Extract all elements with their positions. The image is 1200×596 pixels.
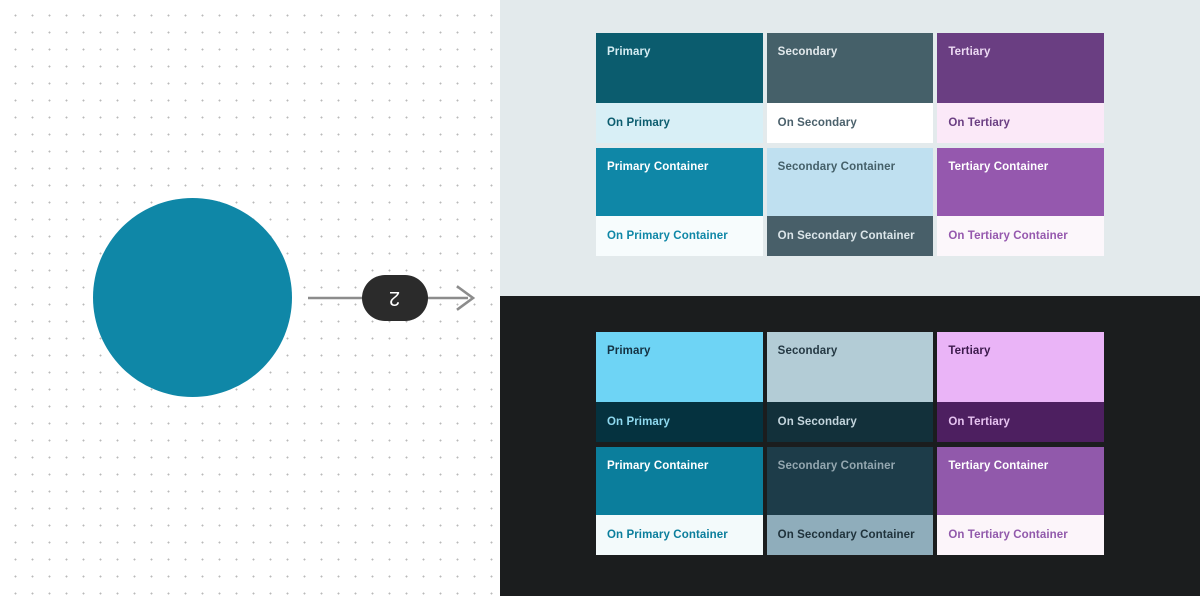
swatch-on-primary-container[interactable]: On Primary Container (596, 216, 763, 256)
light-scheme-panel: Primary On Primary Primary Container On … (500, 0, 1200, 296)
swatch-on-primary[interactable]: On Primary (596, 402, 763, 442)
step-number-label: 2 (389, 287, 401, 309)
swatch-tertiary-container[interactable]: Tertiary Container (937, 447, 1105, 515)
swatch-on-tertiary[interactable]: On Tertiary (937, 402, 1105, 442)
design-canvas[interactable]: 2 (0, 0, 500, 596)
swatch-secondary-container[interactable]: Secondary Container (766, 447, 934, 515)
swatch-tertiary-container[interactable]: Tertiary Container (937, 148, 1105, 216)
swatch-on-secondary[interactable]: On Secondary (766, 103, 934, 143)
swatch-label: On Secondary (777, 416, 857, 428)
swatch-label: On Secondary Container (777, 230, 915, 242)
swatch-label: Primary (607, 46, 651, 58)
swatch-on-secondary[interactable]: On Secondary (766, 402, 934, 442)
swatch-on-tertiary-container[interactable]: On Tertiary Container (937, 216, 1105, 256)
swatch-label: On Primary Container (607, 230, 728, 242)
swatch-label: Tertiary (948, 345, 991, 357)
swatch-tertiary[interactable]: Tertiary (937, 33, 1105, 103)
swatch-on-secondary-container[interactable]: On Secondary Container (766, 216, 934, 256)
swatch-label: On Secondary (777, 117, 857, 129)
swatch-on-tertiary-container[interactable]: On Tertiary Container (937, 515, 1105, 555)
swatch-on-tertiary[interactable]: On Tertiary (937, 103, 1105, 143)
swatch-label: Tertiary (948, 46, 991, 58)
swatch-label: On Primary (607, 416, 670, 428)
swatch-label: Secondary (777, 46, 838, 58)
swatch-on-primary[interactable]: On Primary (596, 103, 763, 143)
swatch-primary[interactable]: Primary (596, 33, 763, 103)
swatch-label: On Tertiary (948, 117, 1010, 129)
screen-root: 2 Primary On Primary Primary Container O… (0, 0, 1200, 596)
swatch-label: Tertiary Container (948, 460, 1049, 472)
swatch-label: Primary Container (607, 460, 709, 472)
step-number-badge[interactable]: 2 (362, 275, 428, 321)
swatch-secondary[interactable]: Secondary (766, 33, 934, 103)
swatch-label: On Primary Container (607, 529, 728, 541)
swatch-label: Secondary Container (777, 161, 896, 173)
swatch-label: On Tertiary Container (948, 230, 1068, 242)
swatch-label: Primary Container (607, 161, 709, 173)
swatch-label: On Tertiary (948, 416, 1010, 428)
dark-scheme-panel: Primary On Primary Primary Container On … (500, 296, 1200, 596)
swatch-on-primary-container[interactable]: On Primary Container (596, 515, 763, 555)
swatch-column-secondary: Secondary On Secondary Secondary Contain… (766, 332, 934, 560)
swatch-label: Tertiary Container (948, 161, 1049, 173)
swatch-label: Primary (607, 345, 651, 357)
swatch-label: On Primary (607, 117, 670, 129)
swatch-label: Secondary (777, 345, 838, 357)
swatch-label: Secondary Container (777, 460, 896, 472)
swatch-label: On Tertiary Container (948, 529, 1068, 541)
swatch-secondary[interactable]: Secondary (766, 332, 934, 402)
swatch-tertiary[interactable]: Tertiary (937, 332, 1105, 402)
light-swatch-grid: Primary On Primary Primary Container On … (596, 33, 1105, 261)
swatch-on-secondary-container[interactable]: On Secondary Container (766, 515, 934, 555)
swatch-column-primary: Primary On Primary Primary Container On … (596, 332, 763, 560)
swatch-column-tertiary: Tertiary On Tertiary Tertiary Container … (937, 332, 1105, 560)
swatch-column-tertiary: Tertiary On Tertiary Tertiary Container … (937, 33, 1105, 261)
swatch-label: On Secondary Container (777, 529, 915, 541)
swatch-primary[interactable]: Primary (596, 332, 763, 402)
swatch-primary-container[interactable]: Primary Container (596, 447, 763, 515)
swatch-column-primary: Primary On Primary Primary Container On … (596, 33, 763, 261)
swatch-column-secondary: Secondary On Secondary Secondary Contain… (766, 33, 934, 261)
teal-circle-shape[interactable] (93, 198, 292, 397)
dark-swatch-grid: Primary On Primary Primary Container On … (596, 332, 1105, 560)
swatch-primary-container[interactable]: Primary Container (596, 148, 763, 216)
swatch-secondary-container[interactable]: Secondary Container (766, 148, 934, 216)
